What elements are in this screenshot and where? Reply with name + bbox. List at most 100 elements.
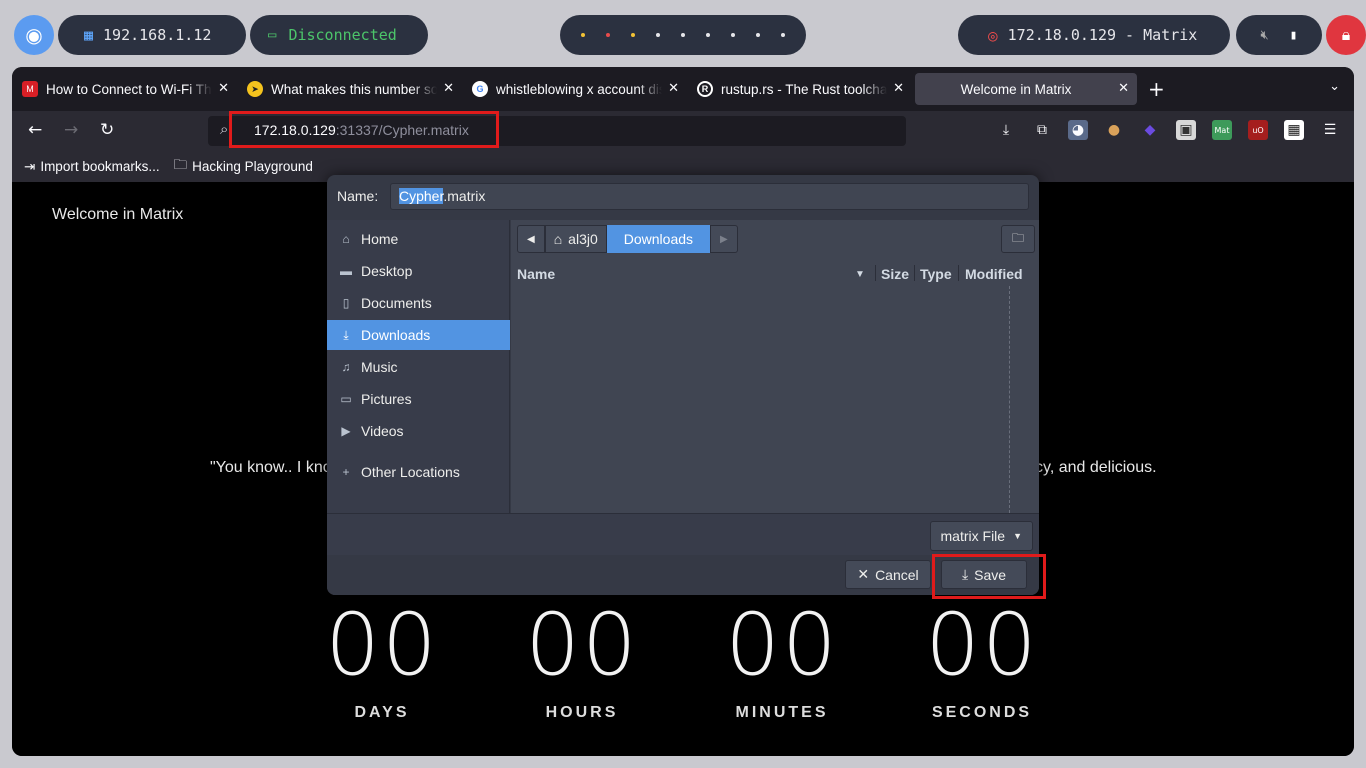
tab-title: How to Connect to Wi-Fi Through the Linu… bbox=[46, 81, 212, 97]
file-type-filter[interactable]: matrix File ▼ bbox=[929, 521, 1033, 551]
extension-icon[interactable]: Mat bbox=[1212, 120, 1232, 140]
lock-icon[interactable]: 🔒︎ bbox=[1326, 15, 1366, 55]
countdown-minutes: 00 MINUTES bbox=[725, 595, 839, 721]
tab[interactable]: R rustup.rs - The Rust toolchain install… bbox=[687, 73, 912, 105]
close-icon[interactable]: ✕ bbox=[668, 80, 679, 96]
network-icon: ▦ bbox=[84, 26, 94, 44]
picture-icon: ▭ bbox=[340, 392, 352, 406]
extensions-icon[interactable]: ⧉ bbox=[1032, 120, 1052, 140]
workspace-dot[interactable] bbox=[756, 33, 761, 37]
nav-bar: ← → ↻ ⌕ 172.18.0.129:31337/Cypher.matrix… bbox=[12, 111, 1354, 151]
workspace-switcher[interactable] bbox=[560, 15, 806, 55]
place-documents[interactable]: ▯ Documents bbox=[327, 288, 510, 318]
place-other-locations[interactable]: + Other Locations bbox=[327, 457, 510, 487]
search-icon: ⌕ bbox=[220, 121, 229, 138]
quote-text: cy, and delicious. bbox=[1035, 459, 1157, 476]
places-sidebar: ⌂ Home ▬ Desktop ▯ Documents ⤓ Downloads ♫ Mu… bbox=[327, 220, 510, 513]
place-videos[interactable]: ▶ Videos bbox=[327, 416, 510, 446]
bookmark-folder[interactable]: 🗀︎ Hacking Playground bbox=[174, 155, 313, 178]
muo-icon: M bbox=[22, 81, 38, 97]
close-icon[interactable]: ✕ bbox=[218, 80, 229, 96]
extension-icon[interactable]: ◆ bbox=[1140, 120, 1160, 140]
import-icon: ⇥ bbox=[24, 158, 36, 174]
new-folder-icon[interactable]: 🗀︎ bbox=[1001, 225, 1035, 253]
tab[interactable]: G whistleblowing x account discovery ✕ bbox=[462, 73, 687, 105]
document-icon: ▯ bbox=[342, 296, 350, 310]
quote-text: "You know.. I kno bbox=[210, 459, 332, 476]
plus-icon: + bbox=[342, 465, 350, 479]
distro-logo-icon[interactable]: ◉ bbox=[14, 15, 54, 55]
close-icon[interactable]: ✕ bbox=[1118, 80, 1129, 96]
chevron-down-icon[interactable]: ⌄ bbox=[1329, 79, 1340, 94]
music-icon: ♫ bbox=[341, 360, 351, 374]
forward-icon[interactable]: → bbox=[64, 120, 78, 140]
qr-icon[interactable]: ▦ bbox=[1284, 120, 1304, 140]
page-title: Welcome in Matrix bbox=[52, 206, 184, 223]
path-segment-downloads[interactable]: Downloads bbox=[606, 225, 711, 253]
chevron-down-icon: ▼ bbox=[1013, 531, 1022, 541]
close-icon[interactable]: ✕ bbox=[443, 80, 454, 96]
extension-icon[interactable]: ◕ bbox=[1068, 120, 1088, 140]
system-tray[interactable]: 🔇︎ ▮ bbox=[1236, 15, 1322, 55]
filename-input[interactable]: Cypher.matrix bbox=[390, 183, 1029, 210]
chevron-right-icon: ▶ bbox=[720, 233, 728, 245]
menu-icon[interactable]: ☰ bbox=[1320, 120, 1340, 140]
place-downloads[interactable]: ⤓ Downloads bbox=[327, 320, 510, 350]
tab-title: What makes this number so special bbox=[271, 81, 437, 97]
bookmark-import[interactable]: ⇥ Import bookmarks... bbox=[24, 159, 160, 175]
workspace-dot[interactable] bbox=[655, 33, 660, 37]
save-file-dialog: Name: Cypher.matrix ⌂ Home ▬ Desktop ▯ Docu… bbox=[327, 175, 1039, 595]
countdown-days: 00 DAYS bbox=[325, 595, 439, 721]
place-pictures[interactable]: ▭ Pictures bbox=[327, 384, 510, 414]
tab[interactable]: ➤ What makes this number so special ✕ bbox=[237, 73, 462, 105]
google-icon: G bbox=[472, 81, 488, 97]
tab-title: rustup.rs - The Rust toolchain installer bbox=[721, 81, 887, 97]
mute-icon[interactable]: 🔇︎ bbox=[1260, 28, 1268, 43]
vpn-status: Disconnected bbox=[288, 26, 397, 44]
extension-icon[interactable]: ▣ bbox=[1176, 120, 1196, 140]
tab-active[interactable]: Welcome in Matrix ✕ bbox=[915, 73, 1137, 105]
workspace-dot[interactable] bbox=[781, 33, 786, 37]
close-icon: ✕ bbox=[857, 566, 870, 582]
workspace-dot[interactable] bbox=[630, 33, 635, 37]
reload-icon[interactable]: ↻ bbox=[100, 120, 114, 140]
chevron-left-icon: ◀ bbox=[527, 233, 535, 245]
path-back-button[interactable]: ◀ bbox=[517, 225, 545, 253]
laptop-icon: ▭ bbox=[268, 27, 277, 43]
column-modified[interactable]: Modified bbox=[965, 266, 1037, 282]
compass-icon: ➤ bbox=[247, 81, 263, 97]
ublock-icon[interactable]: uO bbox=[1248, 120, 1268, 140]
place-home[interactable]: ⌂ Home bbox=[327, 224, 510, 254]
workspace-dot[interactable] bbox=[580, 33, 585, 37]
path-segment-home[interactable]: ⌂ al3j0 bbox=[544, 225, 607, 253]
download-icon[interactable]: ⤓ bbox=[996, 120, 1016, 140]
close-icon[interactable]: ✕ bbox=[893, 80, 904, 96]
workspace-dot[interactable] bbox=[706, 33, 711, 37]
column-size[interactable]: Size bbox=[881, 266, 909, 282]
desktop-icon: ▬ bbox=[340, 264, 352, 278]
path-forward-button[interactable]: ▶ bbox=[710, 225, 738, 253]
folder-icon: 🗀︎ bbox=[173, 157, 188, 172]
cancel-button[interactable]: ✕ Cancel bbox=[845, 560, 931, 589]
place-desktop[interactable]: ▬ Desktop bbox=[327, 256, 510, 286]
countdown-hours: 00 HOURS bbox=[525, 595, 639, 721]
column-type[interactable]: Type bbox=[920, 266, 952, 282]
workspace-dot[interactable] bbox=[680, 33, 685, 37]
place-music[interactable]: ♫ Music bbox=[327, 352, 510, 382]
tab-title: Welcome in Matrix bbox=[960, 81, 1072, 97]
battery-icon[interactable]: ▮ bbox=[1290, 28, 1298, 43]
new-tab-icon[interactable]: + bbox=[1148, 77, 1165, 101]
target-indicator: ◎ 172.18.0.129 - Matrix bbox=[958, 15, 1230, 55]
download-icon: ⤓ bbox=[343, 327, 349, 342]
cookie-icon[interactable]: ● bbox=[1104, 120, 1124, 140]
column-name[interactable]: Name bbox=[517, 266, 555, 282]
countdown-seconds: 00 SECONDS bbox=[925, 595, 1039, 721]
video-icon: ▶ bbox=[341, 424, 351, 438]
tab[interactable]: M How to Connect to Wi-Fi Through the Li… bbox=[12, 73, 237, 105]
workspace-dot[interactable] bbox=[605, 33, 610, 37]
home-icon: ⌂ bbox=[553, 231, 563, 247]
ip-address: 192.168.1.12 bbox=[103, 26, 212, 44]
sort-down-icon[interactable]: ▼ bbox=[855, 269, 865, 280]
back-icon[interactable]: ← bbox=[28, 120, 42, 140]
workspace-dot[interactable] bbox=[731, 33, 736, 37]
